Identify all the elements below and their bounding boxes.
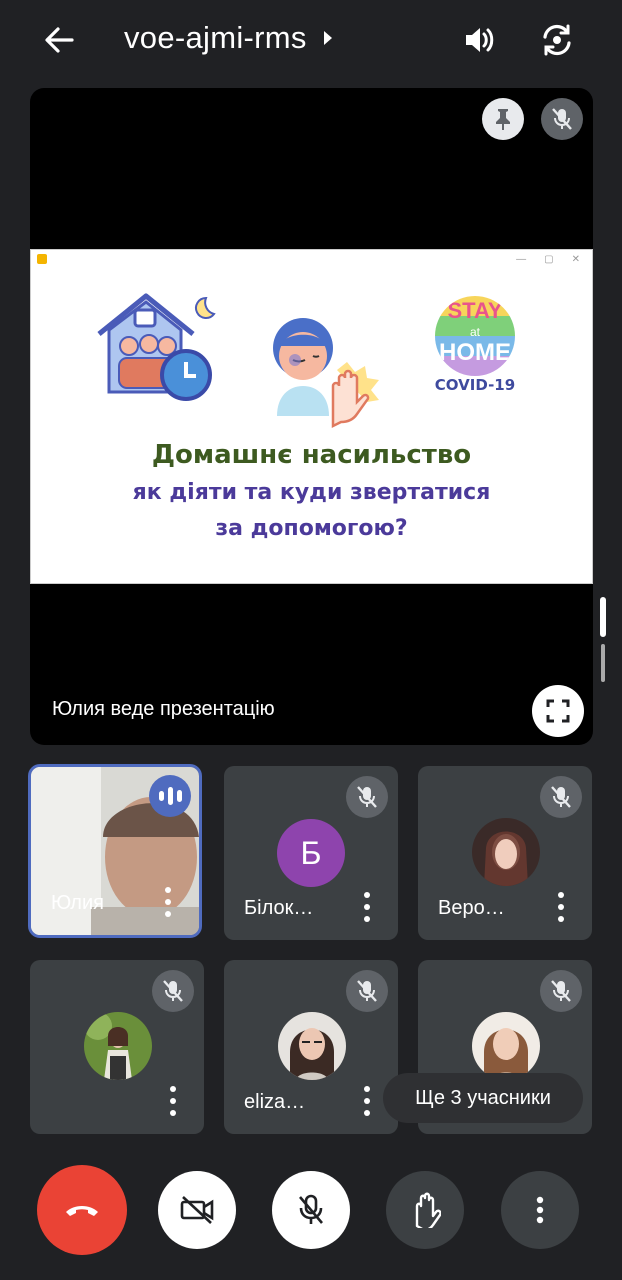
svg-text:at: at: [470, 325, 481, 339]
covid-label: COVID-19: [434, 376, 516, 394]
participant-tile-yulia[interactable]: Юлия: [28, 764, 202, 938]
raise-hand-icon: [415, 1192, 441, 1228]
avatar: [472, 818, 540, 886]
more-options-button[interactable]: [501, 1171, 579, 1249]
top-bar: voe-ajmi-rms: [0, 0, 622, 82]
mic-toggle-button[interactable]: [272, 1171, 350, 1249]
more-vert-icon[interactable]: [556, 892, 566, 922]
participant-tile-eliza[interactable]: eliza…: [224, 960, 398, 1134]
participant-tile-bilok[interactable]: Б Білок…: [224, 766, 398, 940]
slide-title-line2: як діяти та куди звертатися: [132, 480, 491, 505]
avatar: [278, 1012, 346, 1080]
back-button[interactable]: [36, 18, 82, 62]
presentation-stage[interactable]: — ▢ ✕ STAY at HOME COVID-19 Домашнє наси…: [30, 88, 593, 745]
participant-tile-4[interactable]: [30, 960, 204, 1134]
more-participants-button[interactable]: Ще 3 учасники: [383, 1073, 583, 1123]
mic-off-icon: [299, 1194, 323, 1224]
more-vert-icon[interactable]: [362, 892, 372, 922]
slide-title-line3: за допомогою?: [215, 516, 408, 541]
victim-illustration: [273, 318, 379, 429]
back-arrow-icon: [45, 27, 74, 53]
presenter-mute-indicator: [541, 98, 583, 140]
pin-icon: [496, 109, 510, 130]
participant-name: eliza…: [244, 1091, 306, 1113]
audio-output-button[interactable]: [456, 18, 504, 62]
avatar: [472, 1012, 540, 1080]
stay-at-home-logo: STAY at HOME: [435, 296, 515, 376]
speaker-icon: [466, 28, 494, 52]
raise-hand-button[interactable]: [386, 1171, 464, 1249]
mic-off-icon: [152, 970, 194, 1012]
svg-text:HOME: HOME: [439, 339, 511, 366]
mic-off-icon: [540, 776, 582, 818]
mic-off-icon: [552, 108, 572, 130]
scroll-indicator[interactable]: [600, 597, 606, 637]
participant-name: Юлия: [51, 892, 104, 914]
avatar: [84, 1012, 152, 1080]
svg-text:STAY: STAY: [447, 298, 502, 323]
camera-toggle-button[interactable]: [158, 1171, 236, 1249]
participant-name: Білок…: [244, 897, 314, 919]
camera-off-icon: [180, 1196, 214, 1224]
mic-off-icon: [346, 970, 388, 1012]
more-vert-icon: [536, 1196, 544, 1224]
slide-title-line1: Домашнє насильство: [151, 440, 472, 470]
scroll-indicator-secondary: [601, 644, 605, 682]
fullscreen-icon: [546, 699, 570, 723]
avatar: Б: [277, 819, 345, 887]
shared-slide: — ▢ ✕ STAY at HOME COVID-19 Домашнє наси…: [30, 249, 593, 584]
mic-off-icon: [346, 776, 388, 818]
participant-name: Веро…: [438, 897, 505, 919]
participant-tile-vero[interactable]: Веро…: [418, 766, 592, 940]
end-call-button[interactable]: [37, 1165, 127, 1255]
presenting-label: Юлия веде презентацію: [52, 698, 275, 720]
switch-camera-icon: [543, 24, 571, 56]
audio-bars-icon: [149, 775, 191, 817]
mic-off-icon: [540, 970, 582, 1012]
more-vert-icon[interactable]: [163, 887, 173, 917]
end-call-icon: [66, 1206, 98, 1216]
slide-window-chrome: — ▢ ✕: [31, 250, 592, 268]
meeting-title[interactable]: voe-ajmi-rms: [124, 20, 333, 56]
more-vert-icon[interactable]: [362, 1086, 372, 1116]
app-icon: [37, 254, 47, 264]
house-family-illustration: [97, 293, 216, 401]
caret-right-icon: [323, 31, 332, 45]
more-vert-icon[interactable]: [168, 1086, 178, 1116]
fullscreen-button[interactable]: [532, 685, 584, 737]
meeting-code: voe-ajmi-rms: [124, 20, 307, 55]
switch-camera-button[interactable]: [532, 18, 582, 62]
pin-button[interactable]: [482, 98, 524, 140]
